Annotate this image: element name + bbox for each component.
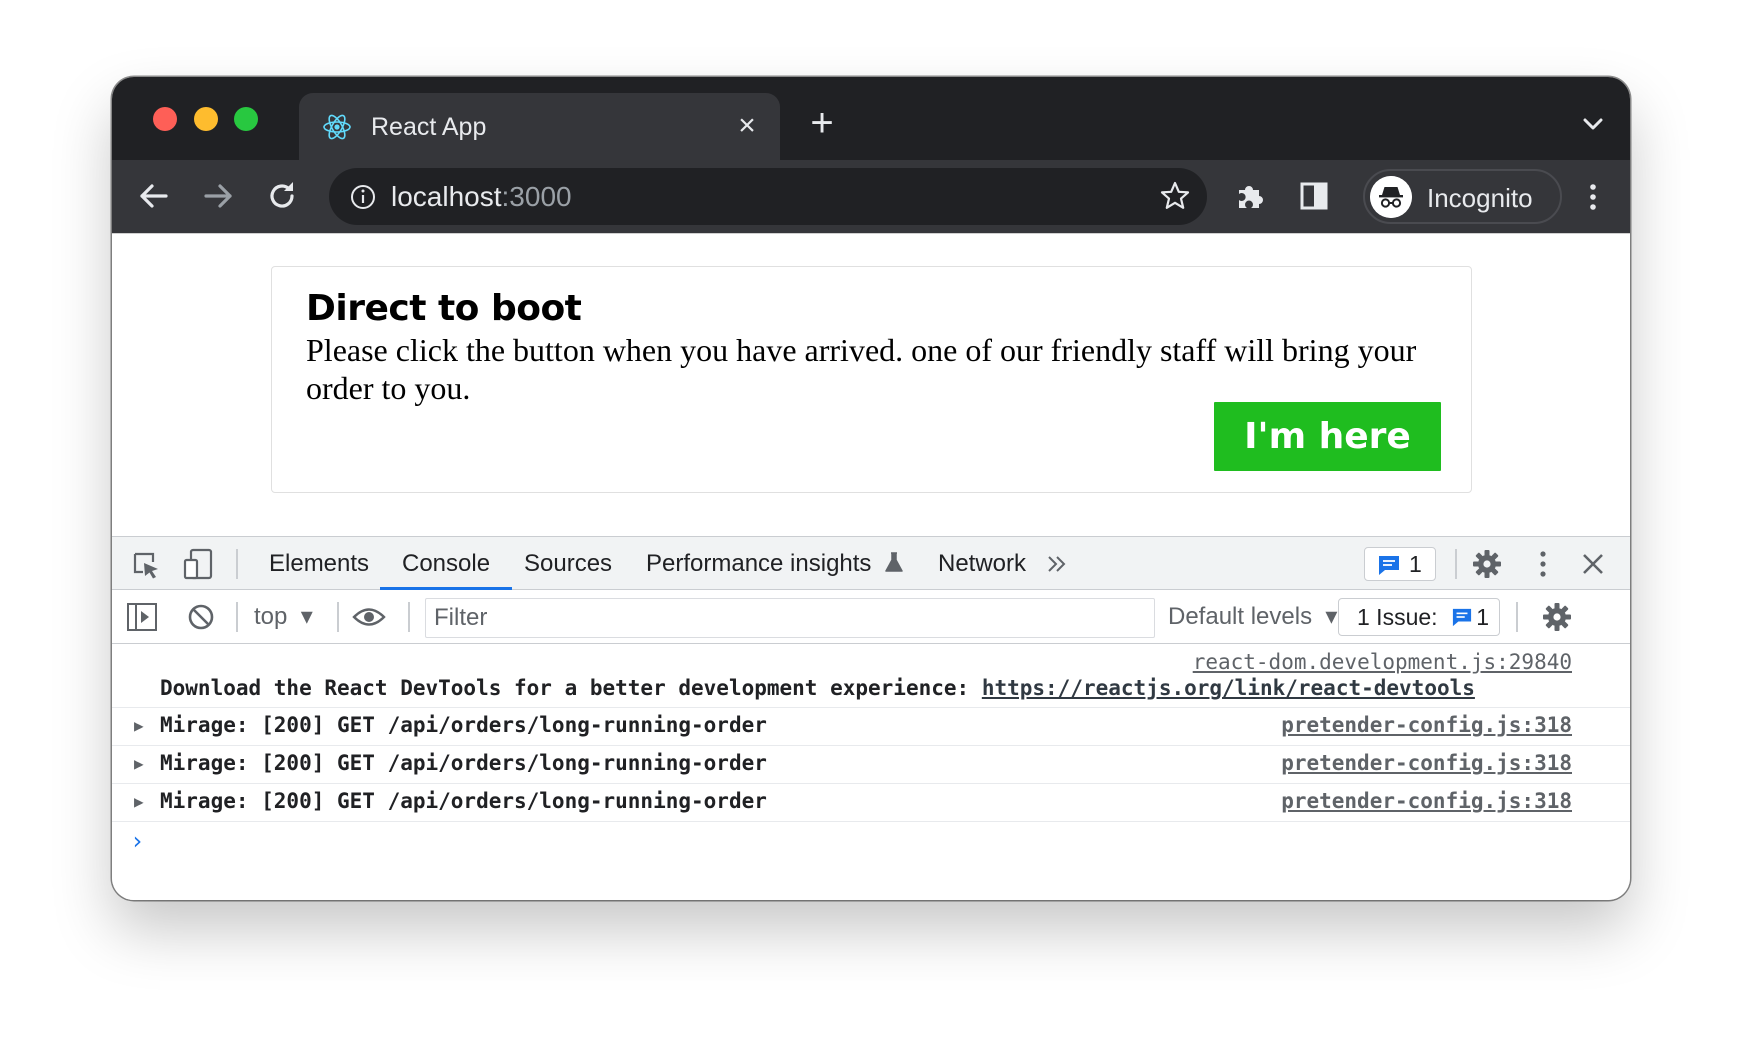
browser-window: React App × + localhost:3000 Incognito D… [112, 77, 1630, 900]
bookmark-star-icon[interactable] [1159, 180, 1191, 212]
url-host: localhost [391, 181, 502, 212]
console-filter-bar: top ▾ Default levels ▾ 1 Issue: 1 [112, 590, 1630, 644]
toolbar-divider [236, 549, 238, 579]
forward-arrow-icon[interactable] [198, 176, 238, 216]
devtools-panel: Elements Console Sources Performance ins… [112, 536, 1630, 900]
chevron-down-icon[interactable] [1578, 109, 1608, 139]
toolbar-divider [1455, 549, 1457, 579]
tab-sources[interactable]: Sources [502, 537, 634, 590]
message-source-link[interactable]: react-dom.development.js:29840 [1193, 650, 1572, 674]
console-message[interactable]: ▶ Mirage: [200] GET /api/orders/long-run… [112, 708, 1630, 746]
issues-badge-button[interactable]: 1 [1364, 547, 1436, 581]
message-text: Mirage: [200] GET /api/orders/long-runni… [160, 789, 767, 813]
issue-counter-button[interactable]: 1 Issue: 1 [1338, 598, 1500, 636]
back-arrow-icon[interactable] [134, 176, 174, 216]
close-window-button[interactable] [153, 107, 177, 131]
extensions-puzzle-icon[interactable] [1232, 178, 1268, 214]
tab-title: React App [371, 113, 487, 141]
zoom-window-button[interactable] [234, 107, 258, 131]
tab-network[interactable]: Network [916, 537, 1048, 590]
context-select[interactable]: top ▾ [254, 602, 313, 632]
incognito-icon [1370, 176, 1412, 218]
toolbar-divider [408, 602, 410, 632]
devtools-tab-bar: Elements Console Sources Performance ins… [112, 537, 1630, 590]
flask-icon [885, 552, 903, 572]
address-bar[interactable]: localhost:3000 [329, 168, 1207, 225]
im-here-button[interactable]: I'm here [1214, 402, 1441, 471]
console-messages: react-dom.development.js:29840 Download … [112, 644, 1630, 900]
url-port: :3000 [501, 181, 572, 212]
tab-performance-insights-label: Performance insights [646, 550, 872, 577]
side-panel-icon[interactable] [1296, 178, 1332, 214]
console-prompt-icon[interactable]: › [130, 827, 144, 855]
sidebar-toggle-icon[interactable] [126, 602, 158, 632]
message-source-link[interactable]: pretender-config.js:318 [1281, 751, 1572, 775]
message-text: Mirage: [200] GET /api/orders/long-runni… [160, 751, 767, 775]
new-tab-icon[interactable]: + [802, 103, 842, 145]
message-icon [1379, 556, 1399, 575]
log-levels-select[interactable]: Default levels ▾ [1168, 602, 1337, 632]
settings-gear-icon[interactable] [1470, 547, 1504, 581]
devtools-link[interactable]: https://reactjs.org/link/react-devtools [982, 676, 1475, 700]
expand-triangle-icon[interactable]: ▶ [134, 754, 144, 773]
tab-elements[interactable]: Elements [247, 537, 391, 590]
url-text: localhost:3000 [391, 180, 572, 214]
console-message[interactable]: ▶ Mirage: [200] GET /api/orders/long-run… [112, 746, 1630, 784]
toolbar-divider [1516, 602, 1518, 632]
message-text-content: Download the React DevTools for a better… [160, 676, 982, 700]
close-devtools-icon[interactable] [1580, 551, 1606, 577]
console-filter-input[interactable] [425, 598, 1155, 638]
profile-label: Incognito [1427, 183, 1533, 213]
expand-triangle-icon[interactable]: ▶ [134, 716, 144, 735]
message-icon [1452, 608, 1472, 627]
title-bar: React App × + [112, 77, 1630, 160]
message-text: Mirage: [200] GET /api/orders/long-runni… [160, 713, 767, 737]
incognito-profile-button[interactable]: Incognito [1363, 169, 1562, 224]
issues-badge-count: 1 [1409, 551, 1422, 577]
more-vertical-icon[interactable] [1586, 180, 1600, 214]
card-title: Direct to boot [306, 288, 582, 329]
issue-counter-count: 1 [1476, 604, 1489, 630]
message-text: Download the React DevTools for a better… [160, 676, 1475, 700]
context-value: top [254, 603, 288, 630]
console-message[interactable]: ▶ Mirage: [200] GET /api/orders/long-run… [112, 784, 1630, 822]
browser-toolbar: localhost:3000 Incognito [112, 160, 1630, 233]
tab-performance-insights[interactable]: Performance insights [624, 537, 926, 590]
device-toolbar-icon[interactable] [182, 547, 216, 581]
minimize-window-button[interactable] [194, 107, 218, 131]
expand-triangle-icon[interactable]: ▶ [134, 792, 144, 811]
console-message: react-dom.development.js:29840 Download … [112, 644, 1630, 708]
tab-console[interactable]: Console [380, 537, 513, 590]
message-source-link[interactable]: pretender-config.js:318 [1281, 713, 1572, 737]
react-icon [323, 114, 351, 140]
console-settings-gear-icon[interactable] [1540, 600, 1574, 634]
toolbar-divider [337, 602, 339, 632]
card-description: Please click the button when you have ar… [306, 332, 1417, 406]
devtools-more-icon[interactable] [1537, 549, 1549, 579]
reload-icon[interactable] [262, 176, 302, 216]
browser-tab[interactable]: React App × [299, 93, 780, 160]
live-expression-eye-icon[interactable] [352, 604, 386, 630]
close-tab-icon[interactable]: × [730, 109, 764, 143]
toolbar-divider [236, 602, 238, 632]
message-source-link[interactable]: pretender-config.js:318 [1281, 789, 1572, 813]
clear-console-icon[interactable] [186, 602, 216, 632]
inspect-element-icon[interactable] [130, 549, 162, 581]
more-tabs-chevron-icon[interactable] [1046, 553, 1068, 575]
issue-counter-label: 1 Issue: [1357, 604, 1438, 630]
log-levels-value: Default levels [1168, 603, 1313, 630]
direct-to-boot-card: Direct to boot Please click the button w… [271, 266, 1472, 493]
info-icon[interactable] [349, 183, 377, 211]
